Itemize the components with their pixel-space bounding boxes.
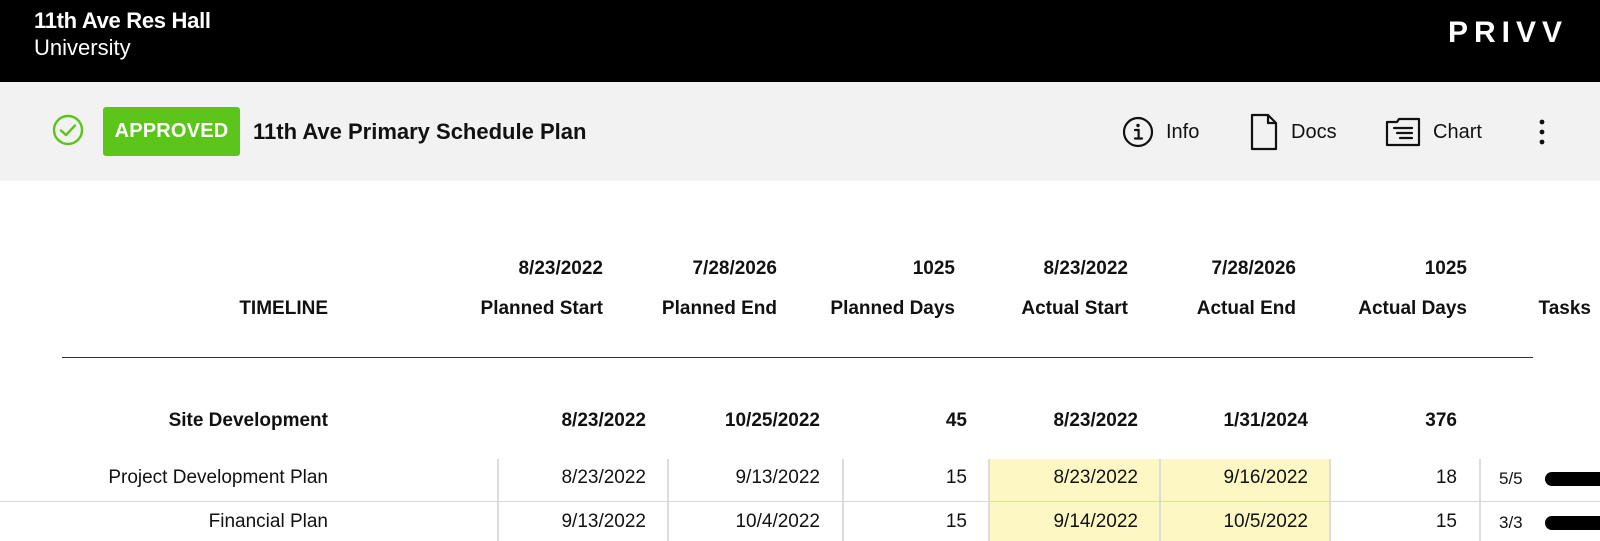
chart-label: Chart <box>1433 120 1482 143</box>
group-planned-end: 10/25/2022 <box>724 410 820 431</box>
org-name: University <box>34 35 131 60</box>
summary-actual-end: 7/28/2026 <box>1211 258 1296 279</box>
grid-line <box>988 459 990 541</box>
info-button[interactable]: Info <box>1122 112 1199 152</box>
task-progress-bar <box>1545 516 1600 530</box>
top-bar: 11th Ave Res Hall University PRIVV <box>0 0 1600 82</box>
summary-actual-days: 1025 <box>1424 258 1467 279</box>
col-actual-start[interactable]: Actual Start <box>1021 298 1128 320</box>
row-task-count: 5/5 <box>1499 469 1523 488</box>
row-actual-end[interactable]: 9/16/2022 <box>1223 467 1308 489</box>
plan-toolbar <box>0 82 1600 181</box>
group-actual-days: 376 <box>1425 410 1457 431</box>
row-actual-end[interactable]: 10/5/2022 <box>1223 511 1308 533</box>
group-planned-days: 45 <box>945 410 967 431</box>
brand-logo: PRIVV <box>1447 16 1568 49</box>
row-planned-end[interactable]: 9/13/2022 <box>735 467 820 489</box>
project-name: 11th Ave Res Hall <box>34 8 211 33</box>
row-task-count: 3/3 <box>1499 513 1523 532</box>
summary-planned-end: 7/28/2026 <box>692 258 777 279</box>
grid-line <box>842 459 844 541</box>
row-divider <box>0 501 1600 502</box>
group-actual-end: 1/31/2024 <box>1223 410 1308 431</box>
status-badge: APPROVED <box>103 107 240 156</box>
row-planned-start[interactable]: 8/23/2022 <box>561 467 646 489</box>
plan-title: 11th Ave Primary Schedule Plan <box>253 119 587 144</box>
row-name[interactable]: Financial Plan <box>209 511 328 533</box>
check-circle-icon <box>52 114 84 146</box>
summary-actual-start: 8/23/2022 <box>1043 258 1128 279</box>
row-name[interactable]: Project Development Plan <box>108 467 328 489</box>
col-actual-end[interactable]: Actual End <box>1197 298 1296 320</box>
group-planned-start: 8/23/2022 <box>561 410 646 431</box>
row-planned-days: 15 <box>945 511 967 532</box>
document-icon <box>1250 113 1278 151</box>
col-planned-start[interactable]: Planned Start <box>481 298 603 320</box>
grid-line <box>497 459 499 541</box>
col-tasks[interactable]: Tasks <box>1539 298 1591 320</box>
col-planned-end[interactable]: Planned End <box>662 298 777 320</box>
row-planned-start[interactable]: 9/13/2022 <box>561 511 646 533</box>
task-progress-bar <box>1545 472 1600 486</box>
col-actual-days[interactable]: Actual Days <box>1358 298 1467 320</box>
col-planned-days[interactable]: Planned Days <box>830 298 955 320</box>
docs-label: Docs <box>1291 120 1337 143</box>
more-options-icon[interactable] <box>1532 116 1552 148</box>
grid-line <box>1329 459 1331 541</box>
group-name[interactable]: Site Development <box>169 410 328 432</box>
grid-line <box>1159 459 1161 541</box>
grid-line <box>1479 459 1481 541</box>
row-planned-end[interactable]: 10/4/2022 <box>735 511 820 533</box>
row-planned-days: 15 <box>945 467 967 488</box>
row-actual-start[interactable]: 8/23/2022 <box>1053 467 1138 489</box>
info-icon <box>1122 116 1154 148</box>
chart-button[interactable]: Chart <box>1385 112 1482 152</box>
docs-button[interactable]: Docs <box>1249 112 1337 152</box>
grid-line <box>667 459 669 541</box>
summary-planned-days: 1025 <box>912 258 955 279</box>
info-label: Info <box>1166 120 1200 143</box>
summary-planned-start: 8/23/2022 <box>518 258 603 279</box>
row-actual-start[interactable]: 9/14/2022 <box>1053 511 1138 533</box>
group-actual-start: 8/23/2022 <box>1053 410 1138 431</box>
header-divider <box>62 357 1533 358</box>
row-actual-days: 18 <box>1435 467 1457 488</box>
timeline-header: TIMELINE <box>239 298 328 319</box>
chart-icon <box>1385 117 1421 147</box>
row-actual-days: 15 <box>1435 511 1457 532</box>
